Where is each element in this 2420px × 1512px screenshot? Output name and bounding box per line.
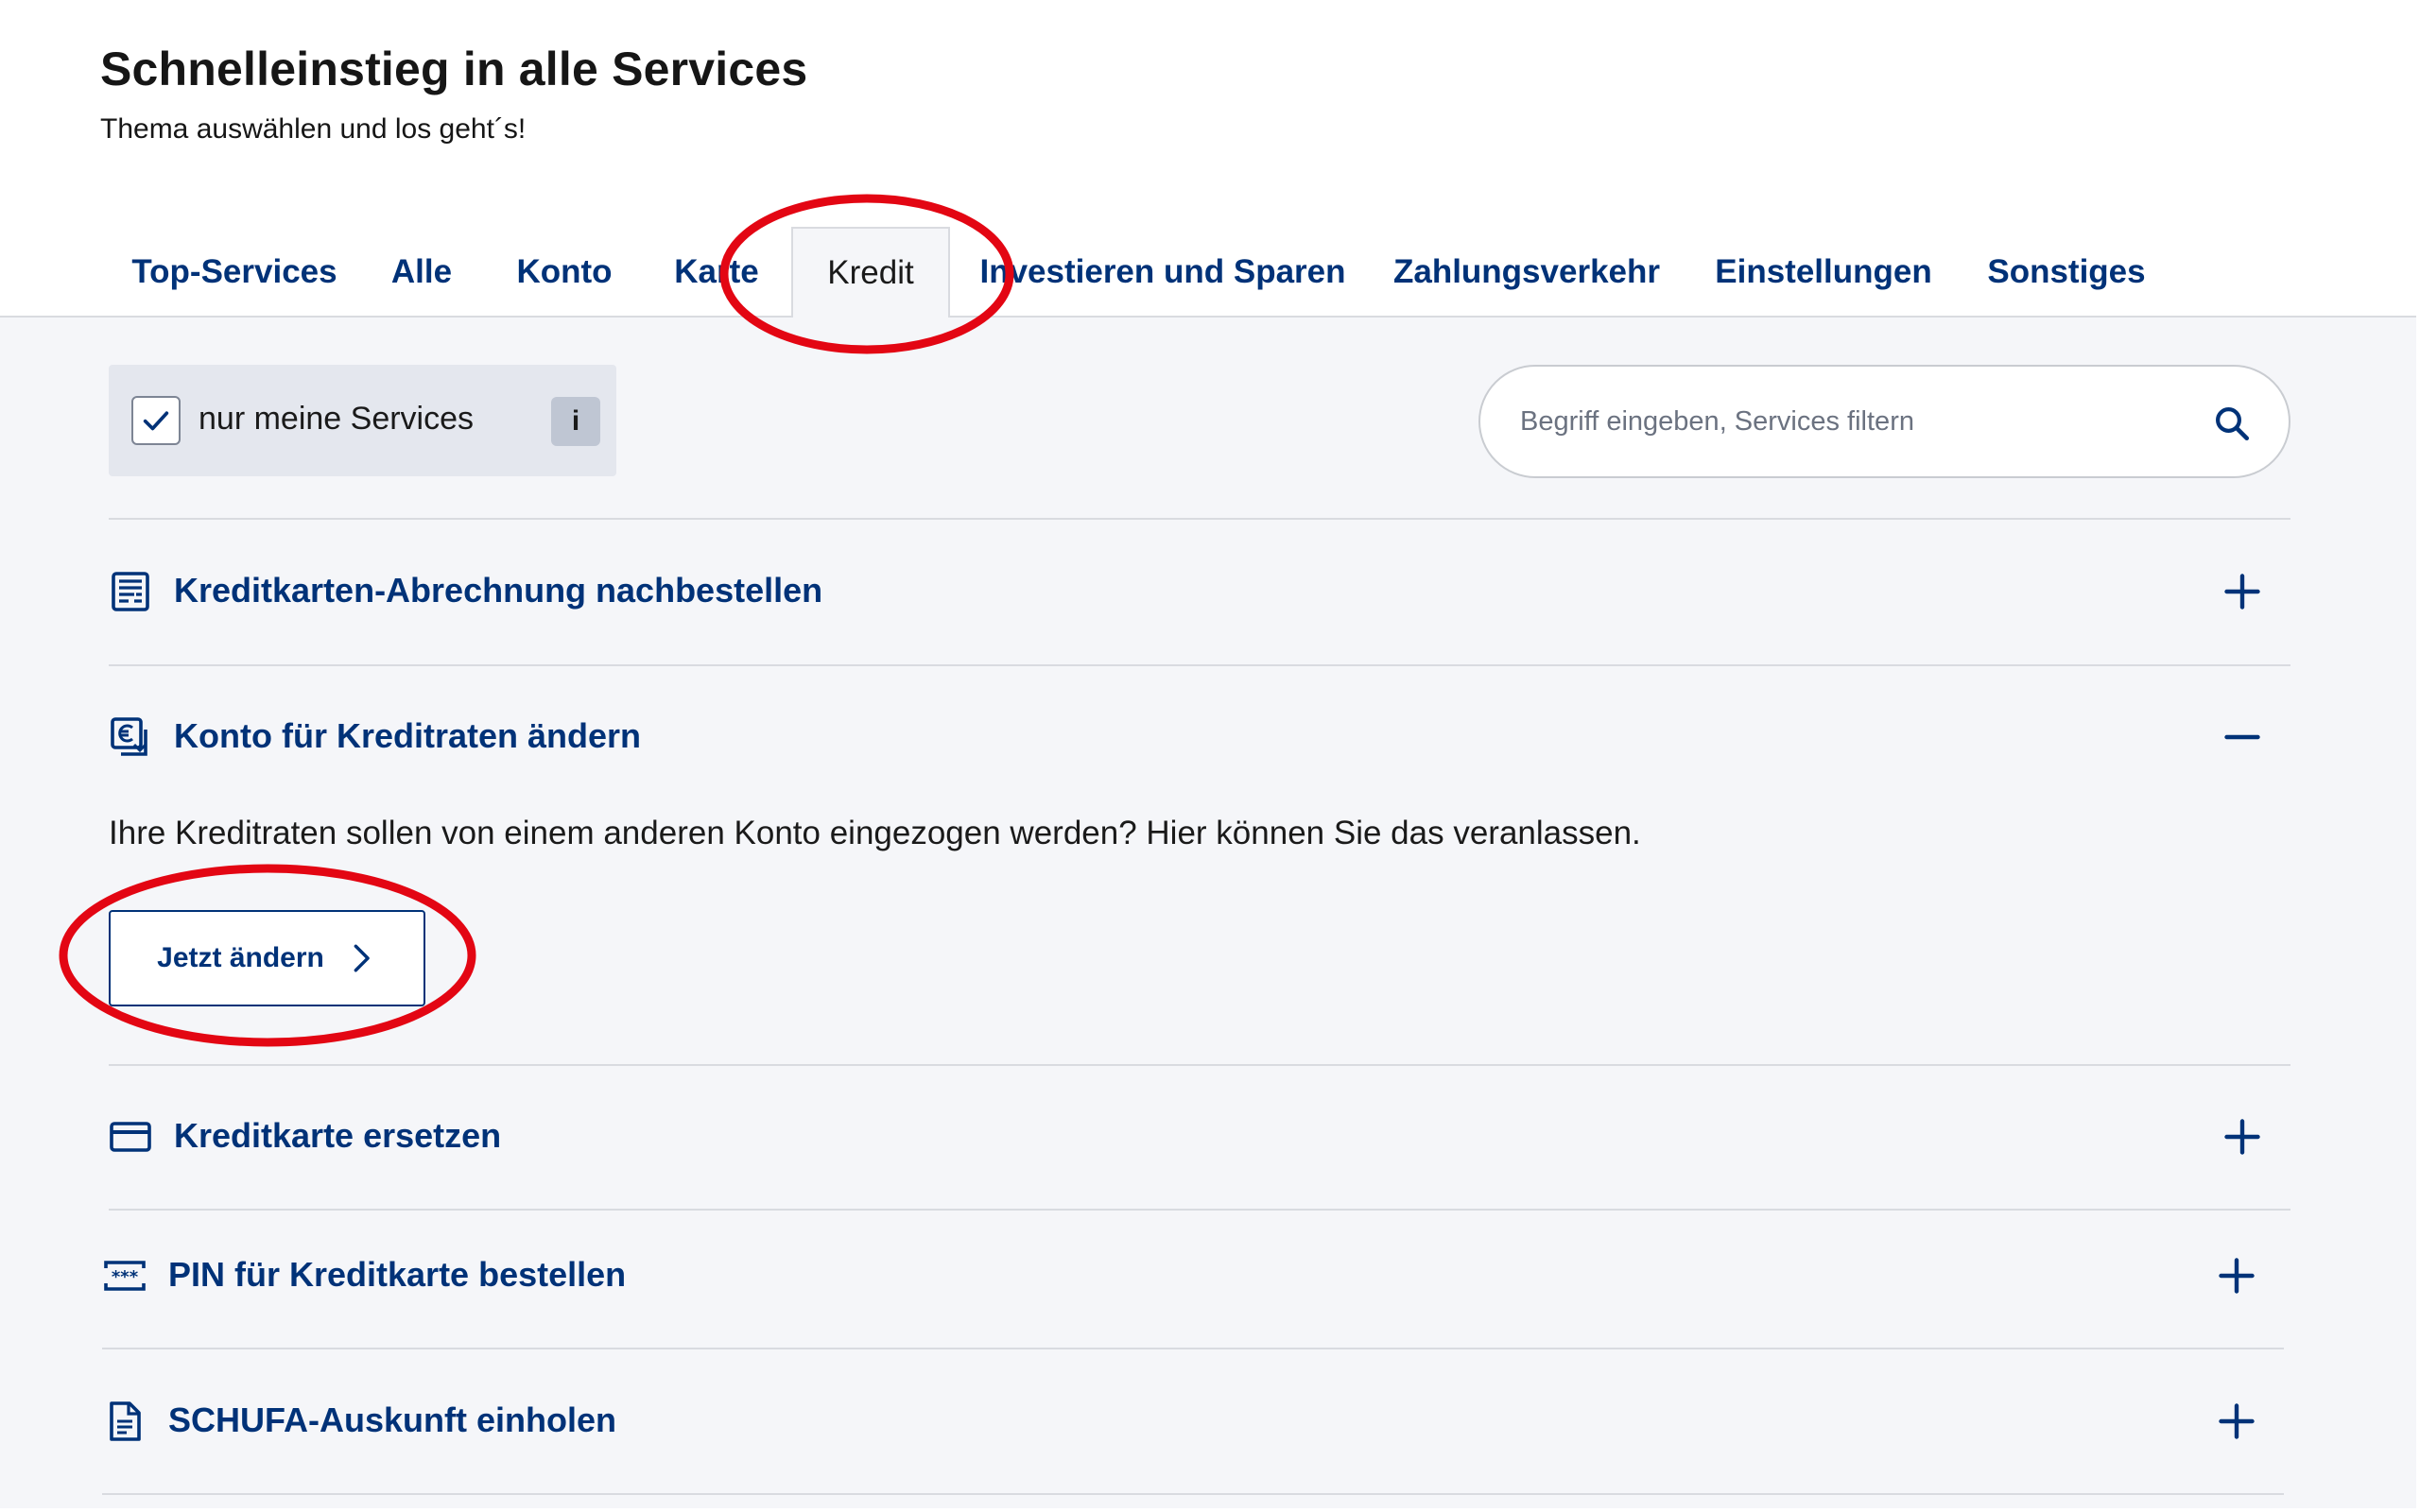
divider — [109, 518, 2290, 520]
tab-karte[interactable]: Karte — [662, 227, 771, 318]
tab-einstellungen[interactable]: Einstellungen — [1709, 227, 1938, 318]
service-item-schufa-auskunft[interactable]: SCHUFA-Auskunft einholen — [96, 1359, 2288, 1482]
service-item-label: Kreditkarten-Abrechnung nachbestellen — [174, 571, 823, 610]
info-icon[interactable]: i — [551, 397, 600, 446]
service-item-description: Ihre Kreditraten sollen von einem andere… — [109, 815, 1641, 851]
search-input[interactable] — [1520, 393, 2182, 450]
divider — [102, 1348, 2284, 1349]
chevron-right-icon — [354, 944, 370, 972]
tab-sonstiges[interactable]: Sonstiges — [1981, 227, 2152, 318]
service-item-konto-fuer-kreditraten[interactable]: Konto für Kreditraten ändern — [102, 675, 2293, 798]
page-title: Schnelleinstieg in alle Services — [100, 43, 808, 95]
my-services-label: nur meine Services — [199, 401, 475, 437]
service-item-kreditkarte-ersetzen[interactable]: Kreditkarte ersetzen — [102, 1074, 2293, 1197]
checkmark-icon — [143, 411, 169, 431]
divider — [109, 1209, 2290, 1211]
page-subtitle: Thema auswählen und los geht´s! — [100, 113, 527, 145]
statement-icon — [112, 572, 149, 611]
service-item-kreditkarten-abrechnung[interactable]: Kreditkarten-Abrechnung nachbestellen — [102, 529, 2293, 652]
tab-bar: Top-Services Alle Konto Karte Kredit Inv… — [0, 227, 2416, 319]
service-item-label: SCHUFA-Auskunft einholen — [168, 1400, 616, 1439]
tab-alle[interactable]: Alle — [374, 227, 469, 318]
tab-investieren-und-sparen[interactable]: Investieren und Sparen — [974, 227, 1352, 318]
tab-konto[interactable]: Konto — [501, 227, 628, 318]
service-item-label: PIN für Kreditkarte bestellen — [168, 1255, 627, 1294]
document-icon — [110, 1401, 141, 1441]
service-search — [1478, 365, 2290, 478]
page-header: Schnelleinstieg in alle Services Thema a… — [0, 0, 2416, 319]
search-button[interactable] — [2209, 401, 2255, 446]
divider — [109, 1064, 2290, 1066]
change-now-button[interactable]: Jetzt ändern — [109, 910, 425, 1006]
euro-transfer-icon — [111, 717, 147, 756]
expand-icon[interactable] — [2214, 1253, 2259, 1298]
collapse-icon[interactable] — [2220, 714, 2265, 760]
pin-code-icon: *** — [104, 1261, 146, 1291]
expand-icon[interactable] — [2220, 1114, 2265, 1160]
divider — [109, 664, 2290, 666]
credit-card-icon — [110, 1122, 151, 1152]
divider — [102, 1493, 2284, 1495]
expand-icon[interactable] — [2220, 569, 2265, 614]
tab-kredit[interactable]: Kredit — [791, 227, 950, 319]
search-icon — [2216, 407, 2250, 441]
tab-zahlungsverkehr[interactable]: Zahlungsverkehr — [1385, 227, 1668, 318]
services-panel: nur meine Services i Kreditkarten-Abrech… — [0, 318, 2416, 1508]
my-services-filter: nur meine Services i — [109, 365, 616, 476]
expand-icon[interactable] — [2214, 1399, 2259, 1444]
tab-top-services[interactable]: Top-Services — [123, 227, 346, 318]
service-item-label: Kreditkarte ersetzen — [174, 1116, 502, 1155]
my-services-checkbox[interactable] — [131, 396, 181, 445]
service-item-pin-kreditkarte[interactable]: *** PIN für Kreditkarte bestellen — [96, 1213, 2288, 1336]
service-item-label: Konto für Kreditraten ändern — [174, 716, 642, 755]
change-now-label: Jetzt ändern — [157, 942, 324, 973]
svg-text:***: *** — [112, 1267, 139, 1287]
